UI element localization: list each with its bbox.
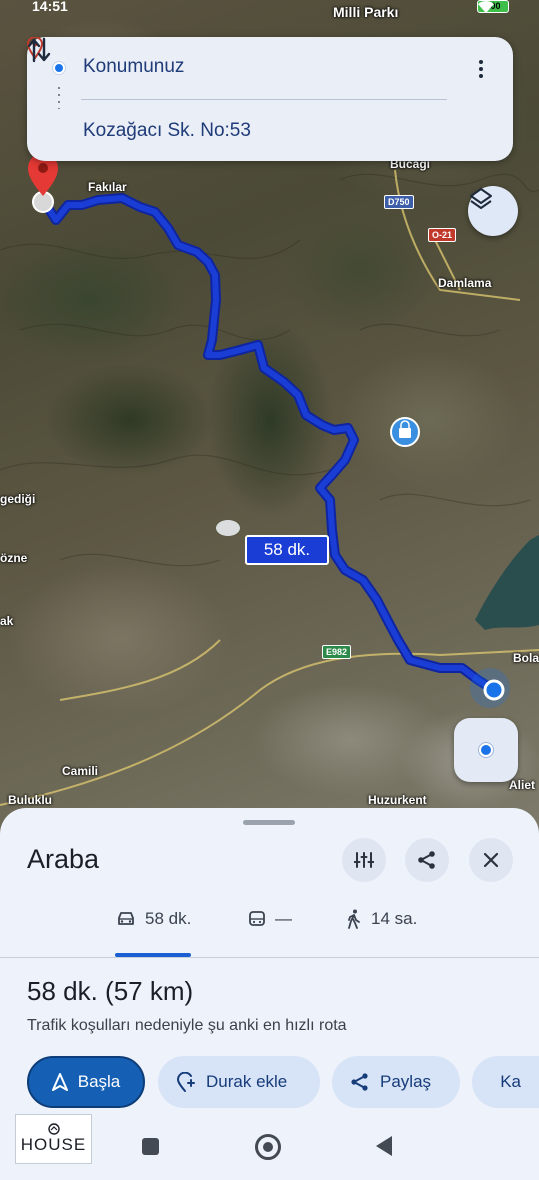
road-shield-o21: O-21 [428,228,457,242]
route-dots-icon [58,87,60,109]
map-label-fakilar: Fakılar [88,180,127,194]
share-icon [418,851,435,869]
route-time-badge[interactable]: 58 dk. [245,535,329,565]
route-summary: 58 dk. (57 km) [27,976,194,1006]
tab-transit[interactable]: — [248,909,292,929]
my-location-button[interactable] [454,718,518,782]
tab-car[interactable]: 58 dk. [116,909,191,929]
swap-directions-icon[interactable] [27,37,51,63]
tune-icon [354,852,374,868]
walk-icon [348,909,360,929]
tab-walk[interactable]: 14 sa. [346,909,417,929]
origin-field[interactable]: Konumunuz [83,56,184,78]
drag-handle[interactable] [243,820,295,825]
tab-car-label: 58 dk. [145,909,192,928]
more-options-icon[interactable] [473,57,489,81]
directions-sheet: Araba 58 dk. — 14 sa. 58 dk. (57 km) Tra… [0,808,539,1180]
map-label-buluklu: Buluklu [8,793,52,807]
map-label-huzurkent: Huzurkent [368,793,427,807]
house-logo-icon [47,1123,60,1135]
add-stop-button-label: Durak ekle [206,1072,288,1091]
back-icon[interactable] [376,1136,392,1156]
shopping-poi-icon[interactable] [390,417,420,447]
map-label-ak: ak [0,614,14,628]
close-icon [483,852,499,868]
tab-transit-label: — [275,909,292,928]
route-line[interactable] [39,193,499,695]
status-bar: 14:51 100 [0,0,539,18]
wifi-icon [478,1,494,13]
destination-pin-icon [28,153,58,213]
map-label-damlama: Damlama [438,276,492,290]
home-icon[interactable] [255,1134,281,1160]
share-route-button[interactable] [405,838,449,882]
transit-icon [249,911,265,926]
add-stop-icon [176,1072,195,1092]
share-button-label: Paylaş [380,1072,432,1091]
car-icon [118,912,134,925]
route-options-button[interactable] [342,838,386,882]
destination-field[interactable]: Kozağacı Sk. No:53 [83,120,251,142]
my-location-icon [479,743,493,757]
status-time: 14:51 [32,0,68,14]
watermark-text: HOUSE [20,1135,87,1154]
road-shield-d750: D750 [384,195,414,209]
travel-mode-title: Araba [27,844,100,874]
map-label-bola: Bola [513,651,539,665]
origin-dot-icon [53,62,65,74]
map-label-ozne: özne [0,551,28,565]
route-subtext: Trafik koşulları nedeniyle şu anki en hı… [27,1017,347,1034]
share-icon [351,1073,368,1091]
current-location-dot [483,679,505,701]
start-button[interactable]: Başla [27,1056,145,1108]
add-stop-button[interactable]: Durak ekle [158,1056,320,1108]
selected-tab-indicator [115,953,191,957]
save-button-label: Ka [500,1072,521,1091]
travel-mode-tabs: 58 dk. — 14 sa. [0,903,539,958]
recents-icon[interactable] [142,1138,159,1155]
save-button[interactable]: Ka [472,1056,539,1108]
road-shield-e982: E982 [322,645,352,659]
close-button[interactable] [469,838,513,882]
map-label-aliet: Aliet [509,778,536,792]
layers-button[interactable] [468,186,518,236]
layers-icon [470,188,492,209]
status-icons: 100 [477,0,509,13]
tab-walk-label: 14 sa. [371,909,418,928]
map-label-gedigi: gediği [0,492,36,506]
field-divider [81,99,447,100]
navigation-arrow-icon [51,1073,68,1091]
map-view[interactable]: Milli Parkı Fakılar Bucağı Damlama gediğ… [0,0,539,830]
lake-shape [475,535,539,630]
map-label-camili: Camili [62,764,99,778]
directions-card: Konumunuz Kozağacı Sk. No:53 [27,37,513,161]
start-button-label: Başla [77,1072,121,1091]
share-button[interactable]: Paylaş [332,1056,460,1108]
house-watermark-logo: HOUSE [15,1114,92,1164]
